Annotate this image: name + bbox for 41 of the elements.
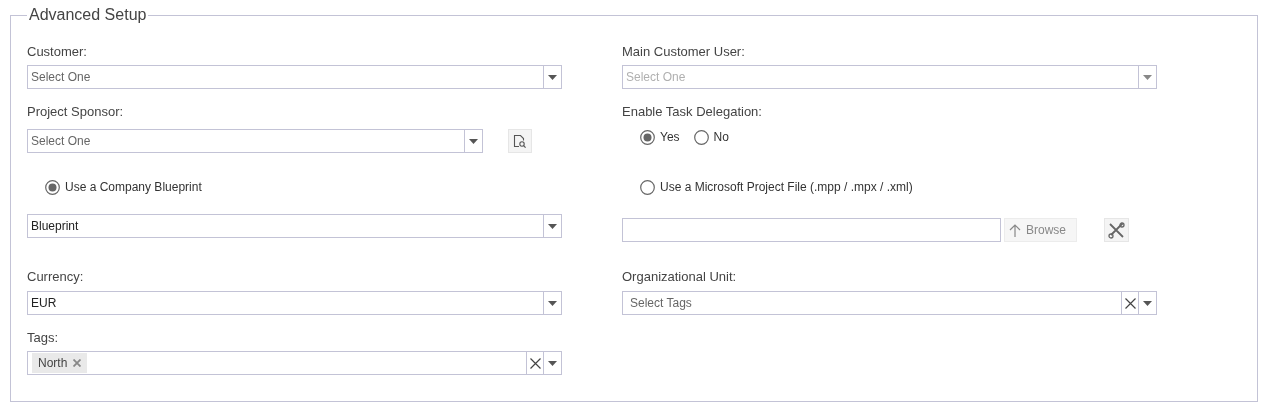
radio-option[interactable]: No [693, 129, 729, 145]
close-icon [529, 357, 541, 369]
field-label: Currency: [27, 268, 85, 286]
clear-button[interactable] [1121, 292, 1138, 314]
radio-option[interactable]: Use a Company Blueprint [45, 179, 562, 195]
section-title: Advanced Setup [28, 5, 148, 25]
field-label: Main Customer User: [622, 43, 746, 61]
tag-field[interactable]: Select Tags [622, 291, 1157, 315]
remove-icon[interactable] [73, 359, 82, 367]
field-label: Customer: [27, 43, 88, 61]
dropdown-field[interactable]: Select One [27, 65, 562, 89]
caret-icon [548, 223, 557, 229]
tools-button[interactable] [1104, 218, 1129, 242]
radio-icon [640, 179, 655, 195]
field-label: Enable Task Delegation: [622, 103, 763, 121]
document-search-icon [513, 134, 527, 148]
radio-icon [45, 179, 60, 195]
clear-button[interactable] [526, 352, 543, 374]
dropdown-field[interactable]: Blueprint [27, 214, 562, 238]
caret-icon [548, 360, 557, 366]
field-label: Tags: [27, 329, 60, 347]
close-icon [1124, 297, 1136, 309]
caret-icon [1143, 74, 1152, 80]
field-label: Project Sponsor: [27, 103, 125, 121]
tag-chip[interactable]: North [32, 353, 88, 373]
tools-icon [1108, 221, 1125, 239]
caret-icon [1143, 300, 1152, 306]
lookup-button[interactable] [508, 129, 532, 153]
dropdown-field[interactable]: EUR [27, 291, 562, 315]
radio-icon [693, 129, 709, 145]
radio-icon [640, 129, 655, 145]
file-path-field[interactable] [622, 218, 1001, 242]
caret-icon [548, 74, 557, 80]
radio-option[interactable]: Yes [640, 129, 680, 145]
caret-icon [469, 138, 478, 144]
radio-option[interactable]: Use a Microsoft Project File (.mpp / .mpx / .xml) [640, 179, 1157, 195]
caret-icon [548, 300, 557, 306]
tag-field[interactable]: North [27, 351, 562, 375]
dropdown-field[interactable]: Select One [27, 129, 483, 153]
field-label: Organizational Unit: [622, 268, 738, 286]
upload-arrow-icon [1009, 223, 1021, 237]
